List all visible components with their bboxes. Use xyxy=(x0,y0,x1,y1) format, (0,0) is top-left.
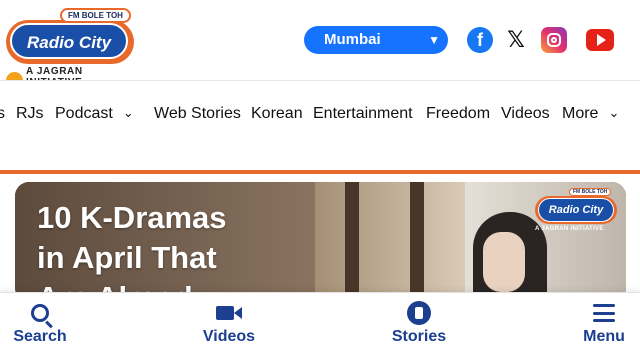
stories-icon xyxy=(407,301,431,325)
nav-item-podcast[interactable]: Podcast ⌄ xyxy=(55,103,134,125)
hero-person-face xyxy=(483,232,525,292)
badge-tag: FM BOLE TOH xyxy=(569,188,612,196)
search-icon xyxy=(31,304,49,322)
nav-item-more[interactable]: More ⌄ xyxy=(562,103,619,125)
nav-divider xyxy=(0,170,640,174)
nav-item-podcast-label: Podcast xyxy=(55,105,113,122)
nav-item-entertainment[interactable]: Entertainment xyxy=(313,103,413,125)
chevron-down-icon: ⌄ xyxy=(122,105,134,120)
bottom-nav-stories-label: Stories xyxy=(391,328,447,345)
nav-item-videos[interactable]: Videos xyxy=(501,103,550,125)
hero-banner[interactable]: 10 K-Dramas in April That Are Already Ra… xyxy=(15,182,626,302)
hero-beam xyxy=(410,182,424,302)
bottom-nav-search[interactable]: Search xyxy=(0,299,80,347)
nav-item-partial[interactable]: s xyxy=(0,103,5,125)
site-header: Radio City FM BOLE TOH A JAGRAN INITIATI… xyxy=(0,0,640,88)
nav-item-rjs[interactable]: RJs xyxy=(16,103,44,125)
chevron-down-icon: ▼ xyxy=(428,33,440,47)
badge-subline: A JAGRAN INITIATIVE xyxy=(535,226,604,232)
hero-headline-line: in April That xyxy=(37,240,217,275)
bottom-nav-videos-label: Videos xyxy=(202,328,256,345)
facebook-icon[interactable]: f xyxy=(467,27,493,53)
bottom-nav-menu[interactable]: Menu xyxy=(564,299,640,347)
logo-tagline: FM BOLE TOH xyxy=(60,8,131,23)
bottom-nav-menu-label: Menu xyxy=(583,328,625,345)
chevron-down-icon: ⌄ xyxy=(608,105,620,120)
bottom-nav-videos[interactable]: Videos xyxy=(189,299,269,347)
nav-item-more-label: More xyxy=(562,105,599,122)
radio-city-logo[interactable]: Radio City FM BOLE TOH A JAGRAN INITIATI… xyxy=(4,6,136,88)
page: Radio City FM BOLE TOH A JAGRAN INITIATI… xyxy=(0,0,640,360)
bottom-nav-bar: Search Videos Stories Menu xyxy=(0,292,640,360)
x-icon[interactable]: 𝕏 xyxy=(503,27,529,53)
logo-brand: Radio City xyxy=(10,23,128,59)
bottom-nav-search-label: Search xyxy=(13,328,67,345)
badge-brand: Radio City xyxy=(538,198,614,222)
bottom-nav-stories[interactable]: Stories xyxy=(379,299,459,347)
menu-icon xyxy=(593,304,615,322)
hero-headline-line: 10 K-Dramas xyxy=(37,200,227,235)
nav-item-web-stories[interactable]: Web Stories xyxy=(154,103,241,125)
nav-item-korean[interactable]: Korean xyxy=(251,103,303,125)
main-nav: s RJs Podcast ⌄ Web Stories Korean Entert… xyxy=(0,80,640,170)
video-icon xyxy=(216,306,242,320)
instagram-icon[interactable] xyxy=(541,27,567,53)
nav-item-freedom[interactable]: Freedom xyxy=(426,103,490,125)
city-select[interactable]: Mumbai ▼ xyxy=(304,26,448,54)
hero-headline: 10 K-Dramas in April That Are Already xyxy=(37,198,357,302)
city-select-value: Mumbai xyxy=(324,31,381,48)
hero-logo-badge: Radio City FM BOLE TOH A JAGRAN INITIATI… xyxy=(533,188,619,238)
youtube-icon[interactable] xyxy=(586,29,614,51)
